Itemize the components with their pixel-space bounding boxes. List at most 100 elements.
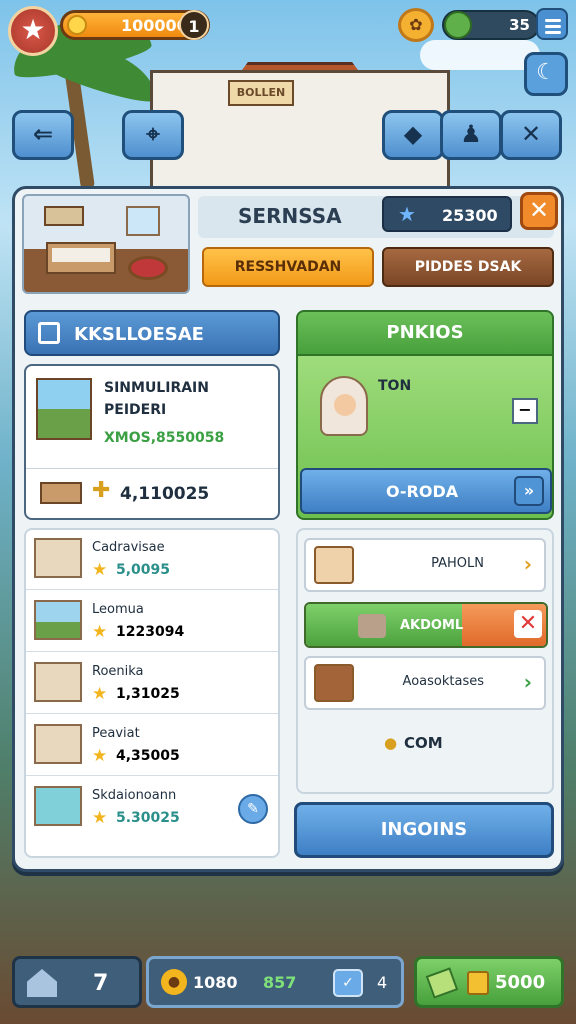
gem-icon	[444, 11, 472, 39]
action-item[interactable]: Aoasoktases ›	[304, 656, 546, 710]
night-mode-button[interactable]: ☾	[524, 52, 568, 96]
list-item[interactable]: Skdaionoann ★ 5.30025 ✎	[26, 778, 278, 838]
banknote-icon	[425, 967, 459, 999]
room-thumb-icon	[34, 600, 82, 640]
coin-icon	[67, 15, 87, 35]
cash-stack-icon	[467, 971, 489, 995]
action-list: PAHOLN › AKDOML ✕ Aoasoktases › ● COM	[296, 528, 554, 794]
guest-panel: TON − O-RODA »	[296, 356, 554, 520]
wall-picture	[44, 206, 84, 226]
star-icon: ★	[92, 746, 108, 766]
cloud	[420, 40, 540, 70]
star-icon: ★	[398, 202, 416, 226]
menu-icon-line	[545, 25, 561, 28]
location-pin-icon: ●	[161, 969, 187, 995]
building-sign: BOLLEN	[228, 80, 294, 106]
gem-counter[interactable]: 35	[442, 10, 540, 40]
resource-icon[interactable]: ✿	[398, 8, 434, 42]
money-value: 5000	[495, 972, 546, 993]
list-item-value: 1,31025	[116, 686, 180, 702]
tool-icon	[358, 614, 386, 638]
list-item-name: Cadravisae	[92, 540, 165, 555]
room-thumb-icon	[34, 662, 82, 702]
room-list: Cadravisae ★ 5,0095 Leomua ★ 1223094 Roe…	[24, 528, 280, 858]
money-button[interactable]: 5000	[414, 956, 564, 1008]
action-item-label: AKDOML	[400, 618, 464, 633]
featured-line2: PEIDERI	[104, 402, 167, 418]
action-item-split[interactable]: AKDOML ✕	[304, 602, 548, 648]
stat-b: 857	[263, 973, 297, 992]
room-name: SERNSSA	[238, 204, 342, 228]
home-count: 7	[93, 971, 109, 996]
list-item-name: Skdaionoann	[92, 788, 177, 803]
menu-button[interactable]	[536, 8, 568, 40]
chevron-right-icon: ›	[523, 552, 532, 576]
cross-pin-icon: ✚	[92, 478, 111, 503]
featured-line1: SINMULIRAIN	[104, 380, 209, 396]
guest-action-button[interactable]: O-RODA »	[300, 468, 552, 514]
level-indicator: 1	[179, 10, 209, 40]
divider	[26, 468, 278, 469]
guest-avatar[interactable]	[320, 376, 368, 436]
reserve-button[interactable]: RESSHVADAN	[202, 247, 374, 287]
star-icon: ★	[92, 808, 108, 828]
plant-pot	[128, 256, 168, 280]
list-item[interactable]: Cadravisae ★ 5,0095	[26, 530, 278, 590]
star-icon: ★	[92, 622, 108, 642]
staff-icon-button[interactable]: ♟	[440, 110, 502, 160]
list-item[interactable]: Roenika ★ 1,31025	[26, 654, 278, 714]
location-text: COM	[404, 734, 443, 752]
guest-action-label: O-RODA	[386, 482, 459, 501]
bottom-action-button[interactable]: INGOINS	[294, 802, 554, 858]
collapse-button[interactable]: −	[512, 398, 538, 424]
back-button[interactable]: ⇐	[12, 110, 74, 160]
close-button[interactable]: ✕	[520, 192, 558, 230]
action-item-label: PAHOLN	[431, 556, 484, 571]
right-section-header[interactable]: PNKIOS	[296, 310, 554, 356]
bed	[46, 242, 116, 274]
list-item-value: 1223094	[116, 624, 185, 640]
location-pin-button[interactable]: ⌖	[122, 110, 184, 160]
room-thumb-icon	[34, 538, 82, 578]
grid-icon	[38, 322, 60, 344]
star-icon: ★	[92, 684, 108, 704]
featured-count: 4,110025	[120, 484, 210, 504]
home-counter[interactable]: 7	[12, 956, 142, 1008]
chevron-right-icon: »	[514, 476, 544, 506]
tools-icon-button[interactable]: ✕	[500, 110, 562, 160]
hat-icon-button[interactable]: ◆	[382, 110, 444, 160]
stats-bar: ● 1080 857 ✓ 4	[146, 956, 404, 1008]
list-item-name: Peaviat	[92, 726, 140, 741]
luggage-icon	[314, 664, 354, 702]
action-item-label: Aoasoktases	[402, 674, 484, 689]
close-icon[interactable]: ✕	[514, 610, 542, 638]
menu-icon	[545, 19, 561, 22]
staff-avatar-icon	[314, 546, 354, 584]
profile-star-badge[interactable]: ★	[8, 6, 58, 56]
list-item[interactable]: Leomua ★ 1223094	[26, 592, 278, 652]
featured-room-card[interactable]: SINMULIRAIN PEIDERI XMOS,8550058 ✚ 4,110…	[24, 364, 280, 520]
rating-value: 25300	[442, 206, 498, 225]
edit-icon[interactable]: ✎	[238, 794, 268, 824]
check-icon[interactable]: ✓	[333, 969, 363, 997]
star-icon: ★	[92, 560, 108, 580]
stat-a: 1080	[193, 973, 238, 992]
chevron-right-icon: ›	[523, 670, 532, 694]
list-item[interactable]: Peaviat ★ 4,35005	[26, 716, 278, 776]
location-label: ● COM	[384, 734, 443, 752]
home-icon	[27, 969, 57, 997]
stat-c: 4	[377, 973, 388, 992]
rating-box: ★ 25300	[382, 196, 512, 232]
action-item[interactable]: PAHOLN ›	[304, 538, 546, 592]
left-header-label: KKSLLOESAE	[74, 324, 204, 345]
pavilion-thumbnail	[36, 378, 92, 440]
menu-icon-line	[545, 31, 561, 34]
coin-counter[interactable]: 100000 1	[60, 10, 210, 40]
featured-value: XMOS,8550058	[104, 430, 225, 446]
left-section-header[interactable]: KKSLLOESAE	[24, 310, 280, 356]
room-thumbnail[interactable]	[22, 194, 190, 294]
bed-icon	[40, 482, 82, 504]
room-thumb-icon	[34, 724, 82, 764]
price-button[interactable]: PIDDES DSAK	[382, 247, 554, 287]
location-pin-icon: ●	[384, 734, 398, 752]
